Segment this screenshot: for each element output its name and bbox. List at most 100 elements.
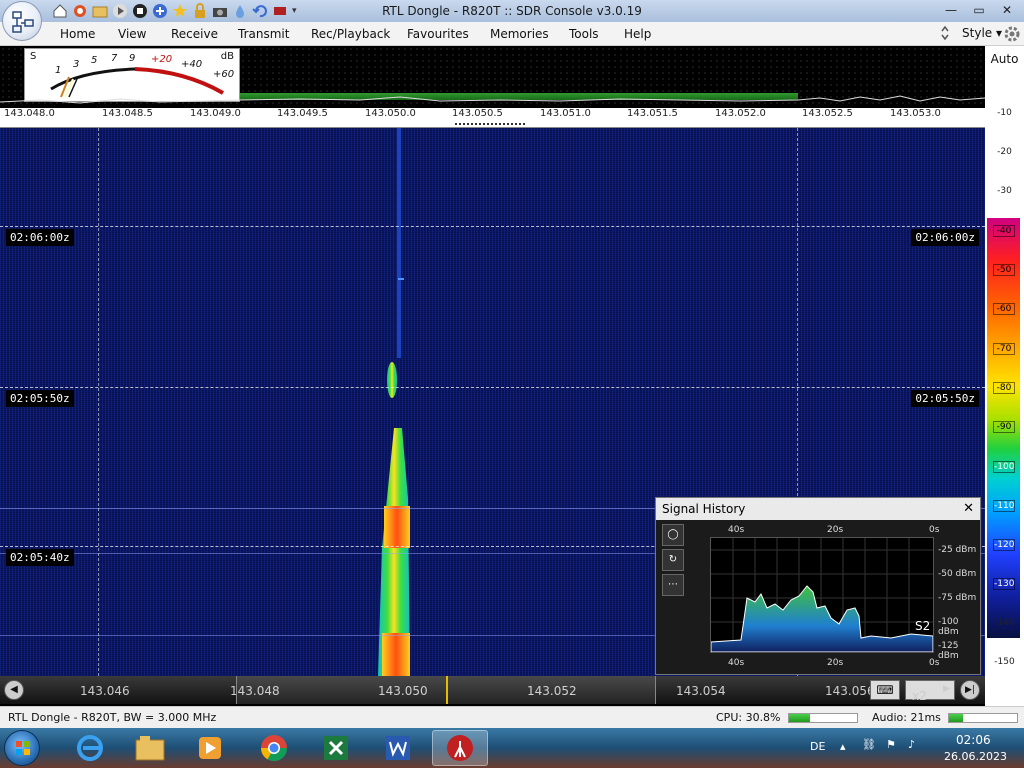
db-tick: -60 <box>993 303 1015 315</box>
cpu-label: CPU: 30.8% <box>716 711 781 724</box>
more-button[interactable]: ⋯ <box>662 574 684 596</box>
up-down-icon[interactable] <box>940 25 950 44</box>
maximize-button[interactable]: ▭ <box>966 0 992 20</box>
internet-explorer-icon[interactable] <box>62 730 118 766</box>
reset-button[interactable]: ↻ <box>662 549 684 571</box>
time-marker-line <box>0 387 985 388</box>
tray-expand-icon[interactable]: ▴ <box>840 740 846 753</box>
freq-tick: 143.049.0 <box>190 108 241 119</box>
menu-view[interactable]: View <box>118 27 146 41</box>
filter-marker[interactable] <box>455 123 525 126</box>
s-scale-5: 5 <box>91 55 98 66</box>
time-label: 02:05:40z <box>6 549 74 566</box>
freq-tick: 143.048.0 <box>4 108 55 119</box>
s-scale-plus40: +40 <box>181 59 203 70</box>
menu-help[interactable]: Help <box>624 27 651 41</box>
grid-line <box>98 128 99 676</box>
signal-history-header[interactable]: Signal History ✕ <box>656 498 980 520</box>
time-tick: 40s <box>728 658 745 668</box>
menu-rec-playback[interactable]: Rec/Playback <box>311 27 390 41</box>
time-tick: 0s <box>929 525 940 535</box>
db-tick: -150 <box>994 657 1015 667</box>
freq-tick: 143.048.5 <box>102 108 153 119</box>
zoom-label: x2 <box>912 689 927 703</box>
freq-tick: 143.051.0 <box>540 108 591 119</box>
dbm-tick: -125 dBm <box>938 641 959 661</box>
keyboard-icon[interactable]: ⌨ <box>870 680 900 700</box>
time-tick: 20s <box>827 658 844 668</box>
signal-history-title: Signal History <box>662 502 746 516</box>
tuning-marker <box>446 676 448 704</box>
device-status: RTL Dongle - R820T, BW = 3.000 MHz <box>8 711 217 724</box>
scroll-left-button[interactable]: ◀ <box>4 680 24 700</box>
menu-memories[interactable]: Memories <box>490 27 549 41</box>
signal-history-plot <box>710 537 934 653</box>
s-scale-3: 3 <box>73 59 80 70</box>
db-tick: -10 <box>997 108 1012 118</box>
scroll-right-button[interactable]: ▶| <box>960 680 980 700</box>
gear-icon[interactable] <box>1003 25 1021 46</box>
dbm-tick: -75 dBm <box>938 593 977 603</box>
freq-tick: 143.050.5 <box>452 108 503 119</box>
chrome-icon[interactable] <box>246 730 302 766</box>
start-button[interactable] <box>4 730 40 766</box>
record-button[interactable]: ◯ <box>662 524 684 546</box>
freq-tick: 143.050.0 <box>365 108 416 119</box>
clock-time[interactable]: 02:06 <box>956 733 991 747</box>
scroll-freq: 143.056 <box>825 684 875 698</box>
s-scale-1: 1 <box>55 65 62 76</box>
auto-button[interactable]: Auto <box>985 52 1024 66</box>
s-reading: S2 <box>915 619 931 633</box>
app-logo-icon[interactable] <box>2 1 42 41</box>
time-label: 02:05:50z <box>6 390 74 407</box>
status-bar: RTL Dongle - R820T, BW = 3.000 MHz CPU: … <box>0 706 1024 728</box>
time-label: 02:05:50z <box>911 390 979 407</box>
media-player-icon[interactable] <box>182 730 238 766</box>
spectrum-trace <box>0 95 985 104</box>
flag-icon[interactable]: ⚑ <box>886 738 896 751</box>
time-tick: 0s <box>929 658 940 668</box>
window-controls: — ▭ ✕ <box>938 0 1020 20</box>
audio-meter-fill <box>949 714 963 722</box>
window-title: RTL Dongle - R820T :: SDR Console v3.0.1… <box>382 4 642 18</box>
db-tick: -90 <box>993 421 1015 433</box>
menu-tools[interactable]: Tools <box>569 27 599 41</box>
clock-date[interactable]: 26.06.2023 <box>944 750 1007 763</box>
word-icon[interactable] <box>370 730 426 766</box>
language-indicator[interactable]: DE <box>810 740 825 753</box>
sdr-console-icon[interactable] <box>432 730 488 766</box>
scroll-freq: 143.054 <box>676 684 726 698</box>
network-icon[interactable]: ⛓ <box>862 738 876 751</box>
freq-tick: 143.049.5 <box>277 108 328 119</box>
file-explorer-icon[interactable] <box>122 730 178 766</box>
db-scale[interactable]: Auto -10 -20 -30 -40 -50 -60 -70 -80 -90… <box>985 46 1024 706</box>
frequency-axis[interactable]: 143.048.0 143.048.5 143.049.0 143.049.5 … <box>0 108 985 122</box>
s-scale-7: 7 <box>111 53 118 64</box>
close-button[interactable]: ✕ <box>994 0 1020 20</box>
menu-favourites[interactable]: Favourites <box>407 27 469 41</box>
time-marker-line <box>0 226 985 227</box>
close-icon[interactable]: ✕ <box>963 501 974 516</box>
menu-receive[interactable]: Receive <box>171 27 218 41</box>
app-root: ▾ RTL Dongle - R820T :: SDR Console v3.0… <box>0 0 1024 768</box>
minimize-button[interactable]: — <box>938 0 964 20</box>
db-tick: -140 <box>994 618 1015 628</box>
db-tick: -120 <box>993 539 1015 551</box>
zoom-selector[interactable]: x2 ▶ <box>905 680 955 703</box>
style-menu[interactable]: Style ▾ <box>962 26 1002 40</box>
dbm-tick: -25 dBm <box>938 545 977 555</box>
db-tick: -100 <box>993 461 1015 473</box>
bandscope-scroll[interactable]: ◀ 143.046 143.048 143.050 143.052 143.05… <box>0 676 985 704</box>
menu-transmit[interactable]: Transmit <box>238 27 289 41</box>
db-tick: -130 <box>993 578 1015 590</box>
s-unit-label: S <box>30 51 37 62</box>
menu-home[interactable]: Home <box>60 27 95 41</box>
signal-history-panel[interactable]: Signal History ✕ ◯ ↻ ⋯ 40s 20s 0s -25 dB… <box>655 497 981 675</box>
excel-icon[interactable] <box>308 730 364 766</box>
s-scale-plus60: +60 <box>213 69 235 80</box>
db-tick: -20 <box>997 147 1012 157</box>
time-tick: 20s <box>827 525 844 535</box>
volume-icon[interactable]: ♪ <box>908 738 915 751</box>
audio-label: Audio: 21ms <box>872 711 941 724</box>
signal-history-graph <box>710 538 934 653</box>
